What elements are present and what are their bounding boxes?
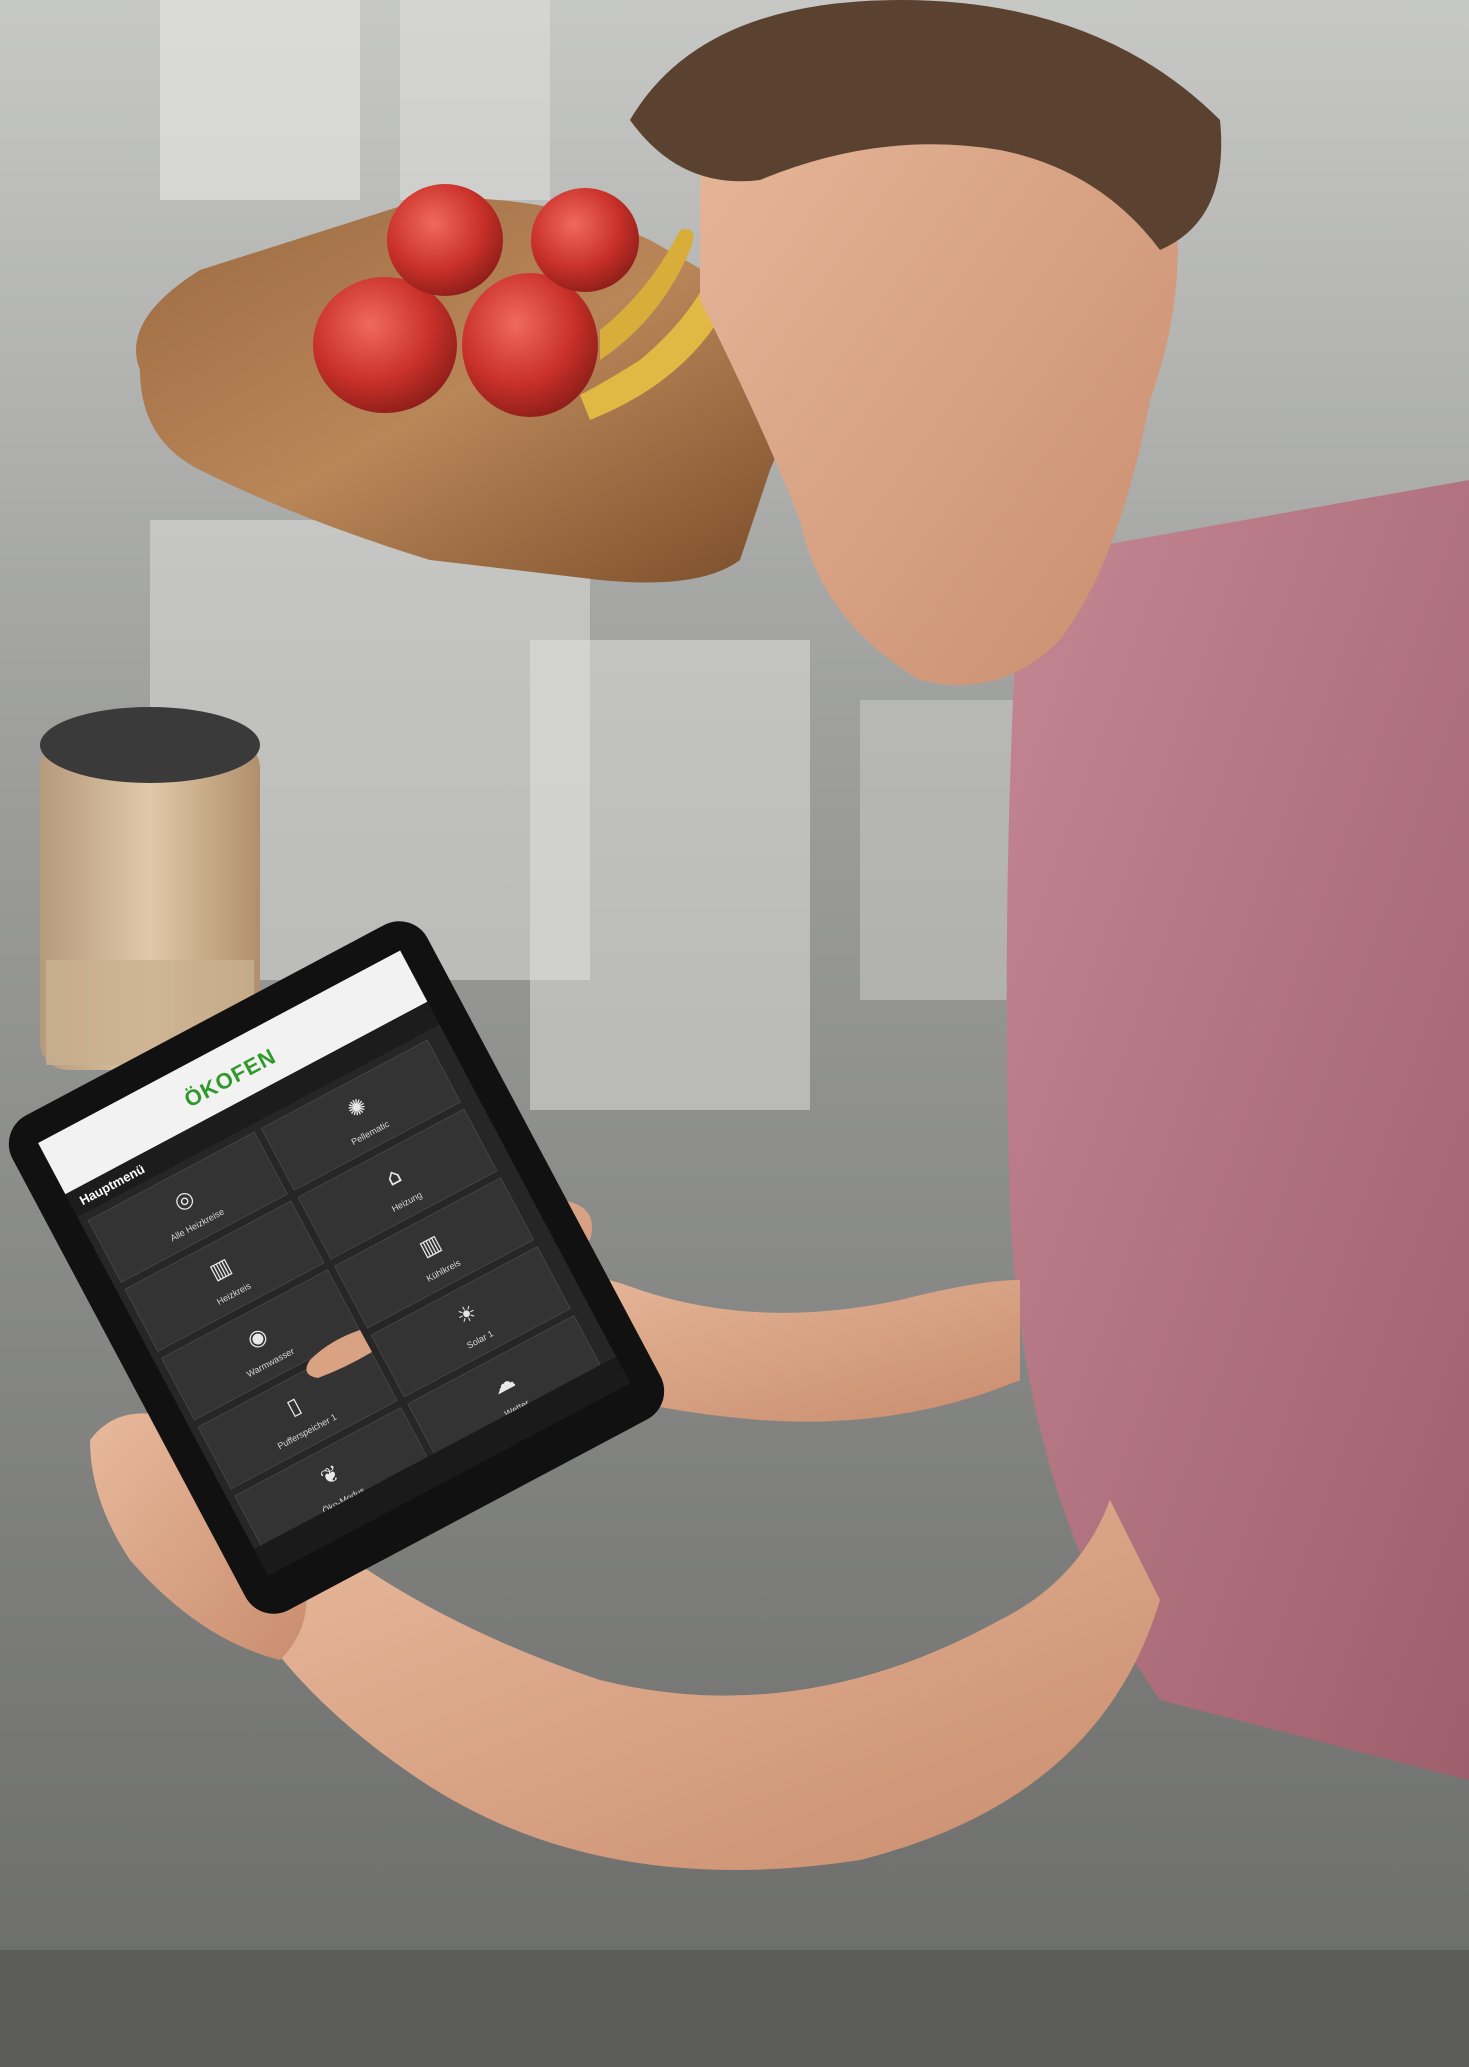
apple	[387, 184, 503, 296]
photo-scene: ÖKOFEN Hauptmenü ◎Alle Heizkreise✺Pellem…	[0, 0, 1469, 2067]
apple	[531, 188, 639, 292]
apple	[313, 277, 457, 413]
apple	[462, 273, 598, 417]
wall-light	[160, 0, 360, 200]
window-reflection	[530, 640, 810, 1110]
counter-edge	[0, 1950, 1469, 2067]
wall-light	[400, 0, 550, 200]
speaker-top	[40, 707, 260, 783]
